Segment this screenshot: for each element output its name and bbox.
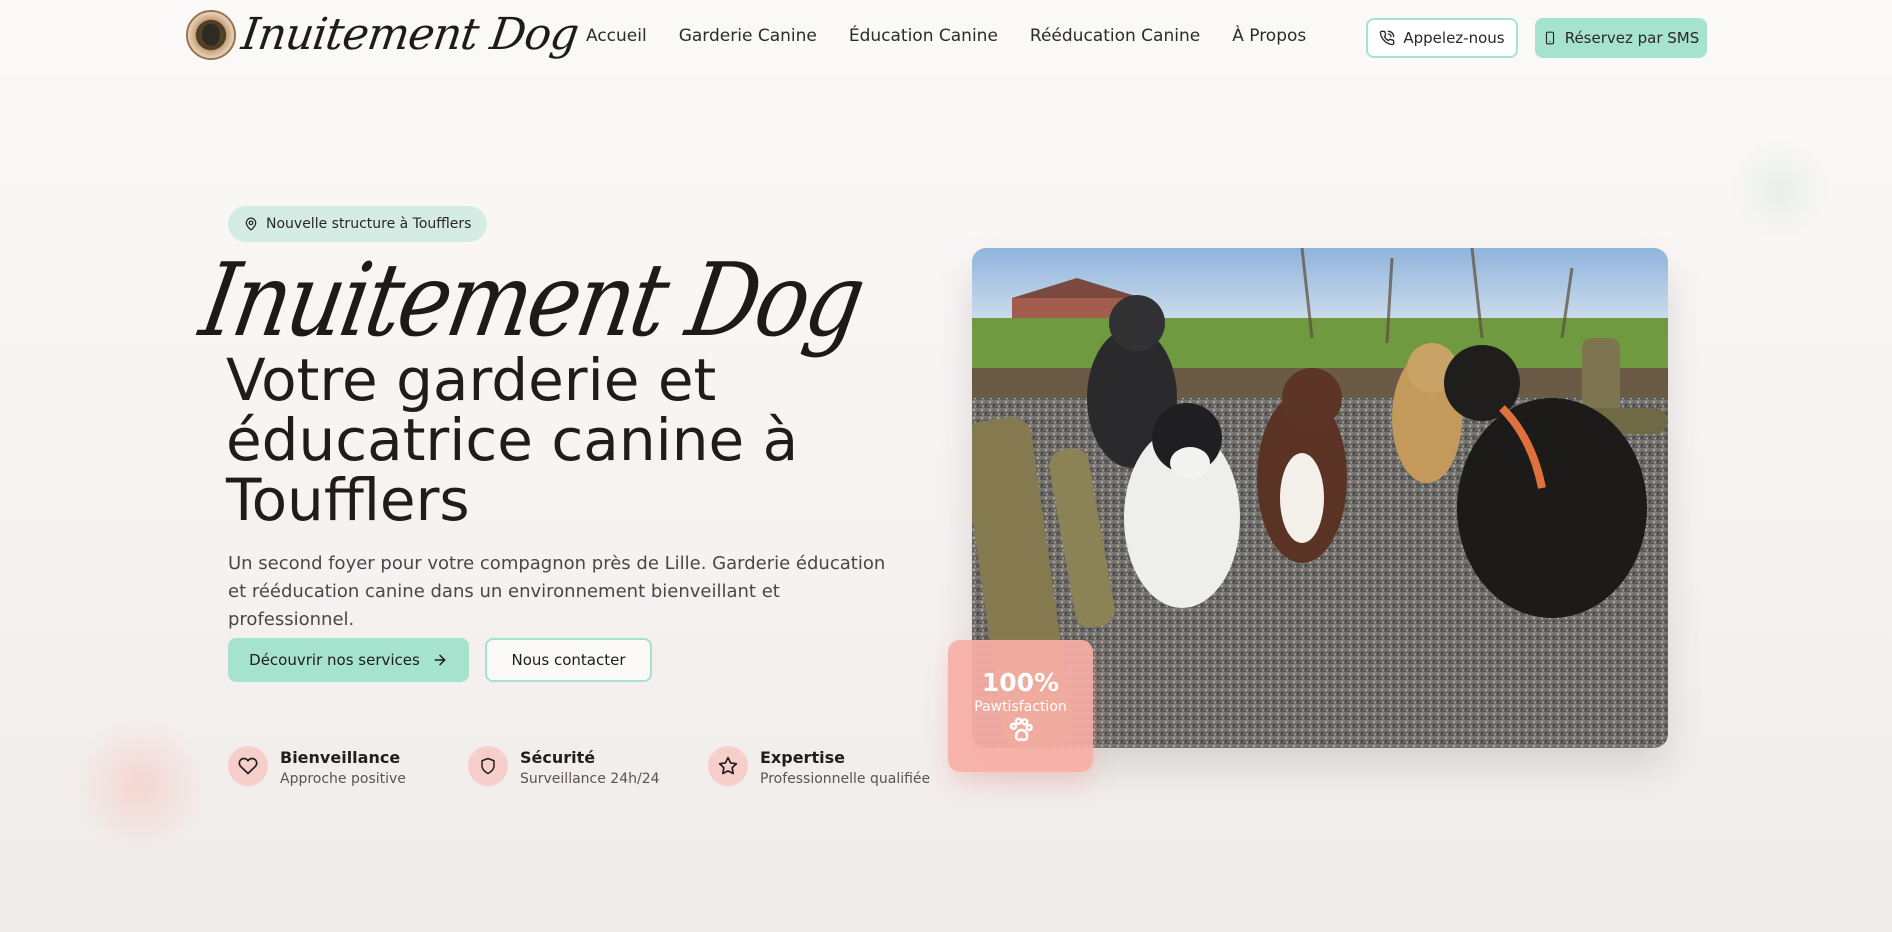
hero-lead: Un second foyer pour votre compagnon prè… bbox=[228, 553, 886, 630]
feature-subtitle: Approche positive bbox=[280, 771, 406, 787]
nav-accueil[interactable]: Accueil bbox=[586, 26, 647, 46]
map-pin-icon bbox=[245, 217, 257, 231]
contact-button[interactable]: Nous contacter bbox=[485, 638, 652, 682]
paw-icon bbox=[1009, 717, 1033, 741]
site-header: Inuitement Dog Accueil Garderie Canine É… bbox=[0, 0, 1892, 76]
smartphone-icon bbox=[1545, 31, 1554, 45]
call-button[interactable]: Appelez-nous bbox=[1366, 18, 1518, 58]
feature-bienveillance: Bienveillance Approche positive bbox=[228, 746, 406, 787]
heart-icon bbox=[228, 746, 268, 786]
site-logo[interactable]: Inuitement Dog bbox=[186, 9, 582, 60]
location-pill-label: Nouvelle structure à Toufflers bbox=[266, 216, 472, 232]
feature-title: Bienveillance bbox=[280, 748, 401, 767]
main-nav: Accueil Garderie Canine Éducation Canine… bbox=[586, 26, 1306, 46]
decorative-blob bbox=[70, 720, 210, 850]
feature-title: Sécurité bbox=[520, 748, 596, 767]
logo-text: Inuitement Dog bbox=[238, 9, 582, 60]
discover-services-button[interactable]: Découvrir nos services bbox=[228, 638, 469, 682]
feature-securite: Sécurité Surveillance 24h/24 bbox=[468, 746, 660, 787]
arrow-right-icon bbox=[434, 654, 446, 666]
feature-subtitle: Surveillance 24h/24 bbox=[520, 771, 660, 787]
sms-button[interactable]: Réservez par SMS bbox=[1535, 18, 1707, 58]
feature-expertise: Expertise Professionnelle qualifiée bbox=[708, 746, 930, 787]
badge-label: Pawtisfaction bbox=[974, 698, 1067, 715]
call-button-label: Appelez-nous bbox=[1403, 29, 1505, 47]
contact-button-label: Nous contacter bbox=[511, 651, 626, 669]
discover-services-label: Découvrir nos services bbox=[249, 651, 420, 669]
feature-subtitle: Professionnelle qualifiée bbox=[760, 771, 931, 787]
location-pill: Nouvelle structure à Toufflers bbox=[228, 206, 488, 242]
nav-education-canine[interactable]: Éducation Canine bbox=[849, 26, 998, 46]
decorative-blob bbox=[1730, 140, 1830, 240]
nav-reeducation-canine[interactable]: Rééducation Canine bbox=[1030, 26, 1200, 46]
phone-icon bbox=[1380, 30, 1395, 46]
shield-icon bbox=[468, 746, 508, 786]
hero-headline: Votre garderie et éducatrice canine à To… bbox=[226, 346, 799, 534]
hero-script-title: Inuitement Dog bbox=[192, 240, 871, 360]
logo-badge-icon bbox=[186, 10, 236, 60]
pawtisfaction-badge: 100% Pawtisfaction bbox=[948, 640, 1093, 772]
badge-value: 100% bbox=[981, 667, 1060, 697]
sms-button-label: Réservez par SMS bbox=[1564, 29, 1700, 47]
nav-a-propos[interactable]: À Propos bbox=[1232, 26, 1306, 46]
feature-title: Expertise bbox=[760, 748, 845, 767]
nav-garderie-canine[interactable]: Garderie Canine bbox=[679, 26, 817, 46]
star-icon bbox=[708, 746, 748, 786]
